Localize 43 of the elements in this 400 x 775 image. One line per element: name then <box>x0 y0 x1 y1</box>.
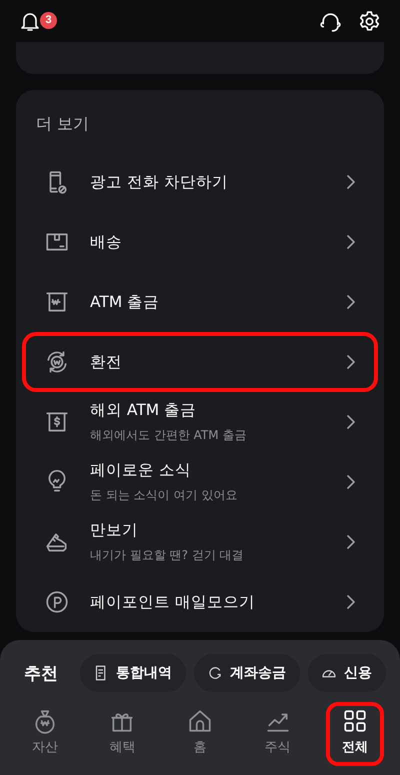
menu-item[interactable]: 해외 ATM 출금 해외에서도 간편한 ATM 출금 <box>22 392 378 452</box>
chevron-icon <box>346 535 356 549</box>
menu-item[interactable]: 만보기 내기가 필요할 땐? 걷기 대결 <box>22 512 378 572</box>
home-icon <box>186 708 213 734</box>
menu-item[interactable]: 환전 <box>22 332 378 392</box>
shortcut-chip[interactable]: 계좌송금 <box>194 654 300 692</box>
section-title: 더 보기 <box>36 113 90 135</box>
menu-subtitle: 내기가 필요할 땐? 걷기 대결 <box>90 547 245 564</box>
menu-subtitle: 해외에서도 간편한 ATM 출금 <box>90 427 248 444</box>
chevron-icon <box>346 175 356 189</box>
menu-title: 환전 <box>90 352 123 372</box>
menu-title: 페이로운 소식 <box>90 460 192 481</box>
menu-item[interactable]: 광고 전화 차단하기 <box>22 152 378 212</box>
menu-title: 광고 전화 차단하기 <box>90 172 229 192</box>
nav-tab[interactable]: 혜택 <box>93 702 152 766</box>
notification-badge: 3 <box>40 12 57 28</box>
menu-item[interactable]: 페이로운 소식 돈 되는 소식이 여기 있어요 <box>22 452 378 512</box>
shortcut-chip[interactable]: 통합내역 <box>80 654 186 692</box>
recommend-label: 추천 <box>24 662 58 684</box>
grid-icon <box>342 708 368 734</box>
menu-item[interactable]: 페이포인트 매일모으기 <box>22 572 378 632</box>
nav-tab[interactable]: 자산 <box>16 702 74 766</box>
nav-tab[interactable]: 홈 <box>170 702 229 766</box>
p-circle-icon <box>44 589 70 615</box>
settings-icon <box>357 8 382 34</box>
notification-button[interactable]: 3 <box>18 9 57 33</box>
chevron-icon <box>346 355 356 369</box>
chevron-icon <box>346 595 356 609</box>
shortcut-chip[interactable]: 신용 <box>308 654 386 692</box>
chevron-icon <box>346 415 356 429</box>
menu-title: 만보기 <box>90 520 139 541</box>
menu-title: 배송 <box>90 232 123 252</box>
nav-tab[interactable]: 주식 <box>248 702 307 766</box>
chevron-icon <box>346 295 356 309</box>
chevron-icon <box>346 235 356 249</box>
nav-tab[interactable]: 전체 <box>326 702 384 766</box>
menu-title: 해외 ATM 출금 <box>90 400 198 421</box>
menu-title: ATM 출금 <box>90 292 160 312</box>
menu-title: 페이포인트 매일모으기 <box>90 592 256 612</box>
menu-subtitle: 돈 되는 소식이 여기 있어요 <box>90 487 238 504</box>
menu-item[interactable]: ATM 출금 <box>22 272 378 332</box>
menu-item[interactable]: 배송 <box>22 212 378 272</box>
chevron-icon <box>346 475 356 489</box>
